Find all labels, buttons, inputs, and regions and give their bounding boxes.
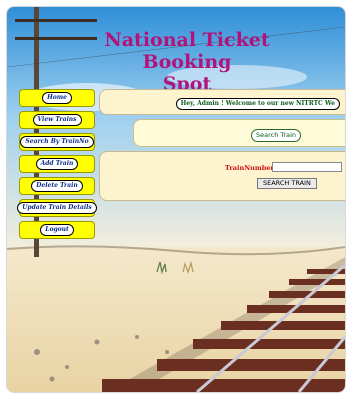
nav-search-by-trainno-button[interactable]: Search By TrainNo (19, 133, 95, 151)
nav-view-trains-label: View Trains (32, 114, 82, 126)
nav-update-train-details-button[interactable]: Update Train Details (17, 199, 97, 217)
search-train-button[interactable]: Search Train (251, 129, 301, 142)
train-number-input[interactable] (272, 162, 342, 172)
welcome-panel: Hey, Admin ! Welcome to our new NITRTC W… (99, 89, 345, 115)
page-title-line1: National Ticket Booking (104, 29, 270, 73)
nav-add-train-label: Add Train (35, 158, 79, 170)
train-number-label: TrainNumber: (225, 164, 277, 172)
browser-viewport: National Ticket Booking Spot Home View T… (6, 6, 346, 393)
welcome-message: Hey, Admin ! Welcome to our new NITRTC W… (175, 98, 340, 110)
nav-home-button[interactable]: Home (19, 89, 95, 107)
nav-logout-label: Logout (40, 224, 74, 236)
nav-delete-train-button[interactable]: Delete Train (19, 177, 95, 195)
nav-search-by-trainno-label: Search By TrainNo (20, 136, 94, 148)
nav-home-label: Home (42, 92, 72, 104)
nav-add-train-button[interactable]: Add Train (19, 155, 95, 173)
nav-view-trains-button[interactable]: View Trains (19, 111, 95, 129)
nav-update-train-details-label: Update Train Details (17, 202, 97, 214)
nav-logout-button[interactable]: Logout (19, 221, 95, 239)
nav-delete-train-label: Delete Train (31, 180, 83, 192)
page-title: National Ticket Booking Spot (67, 29, 307, 95)
search-form-panel: TrainNumber: SEARCH TRAIN (99, 151, 345, 201)
search-train-panel: Search Train (133, 119, 345, 147)
search-train-submit-button[interactable]: SEARCH TRAIN (257, 178, 317, 189)
